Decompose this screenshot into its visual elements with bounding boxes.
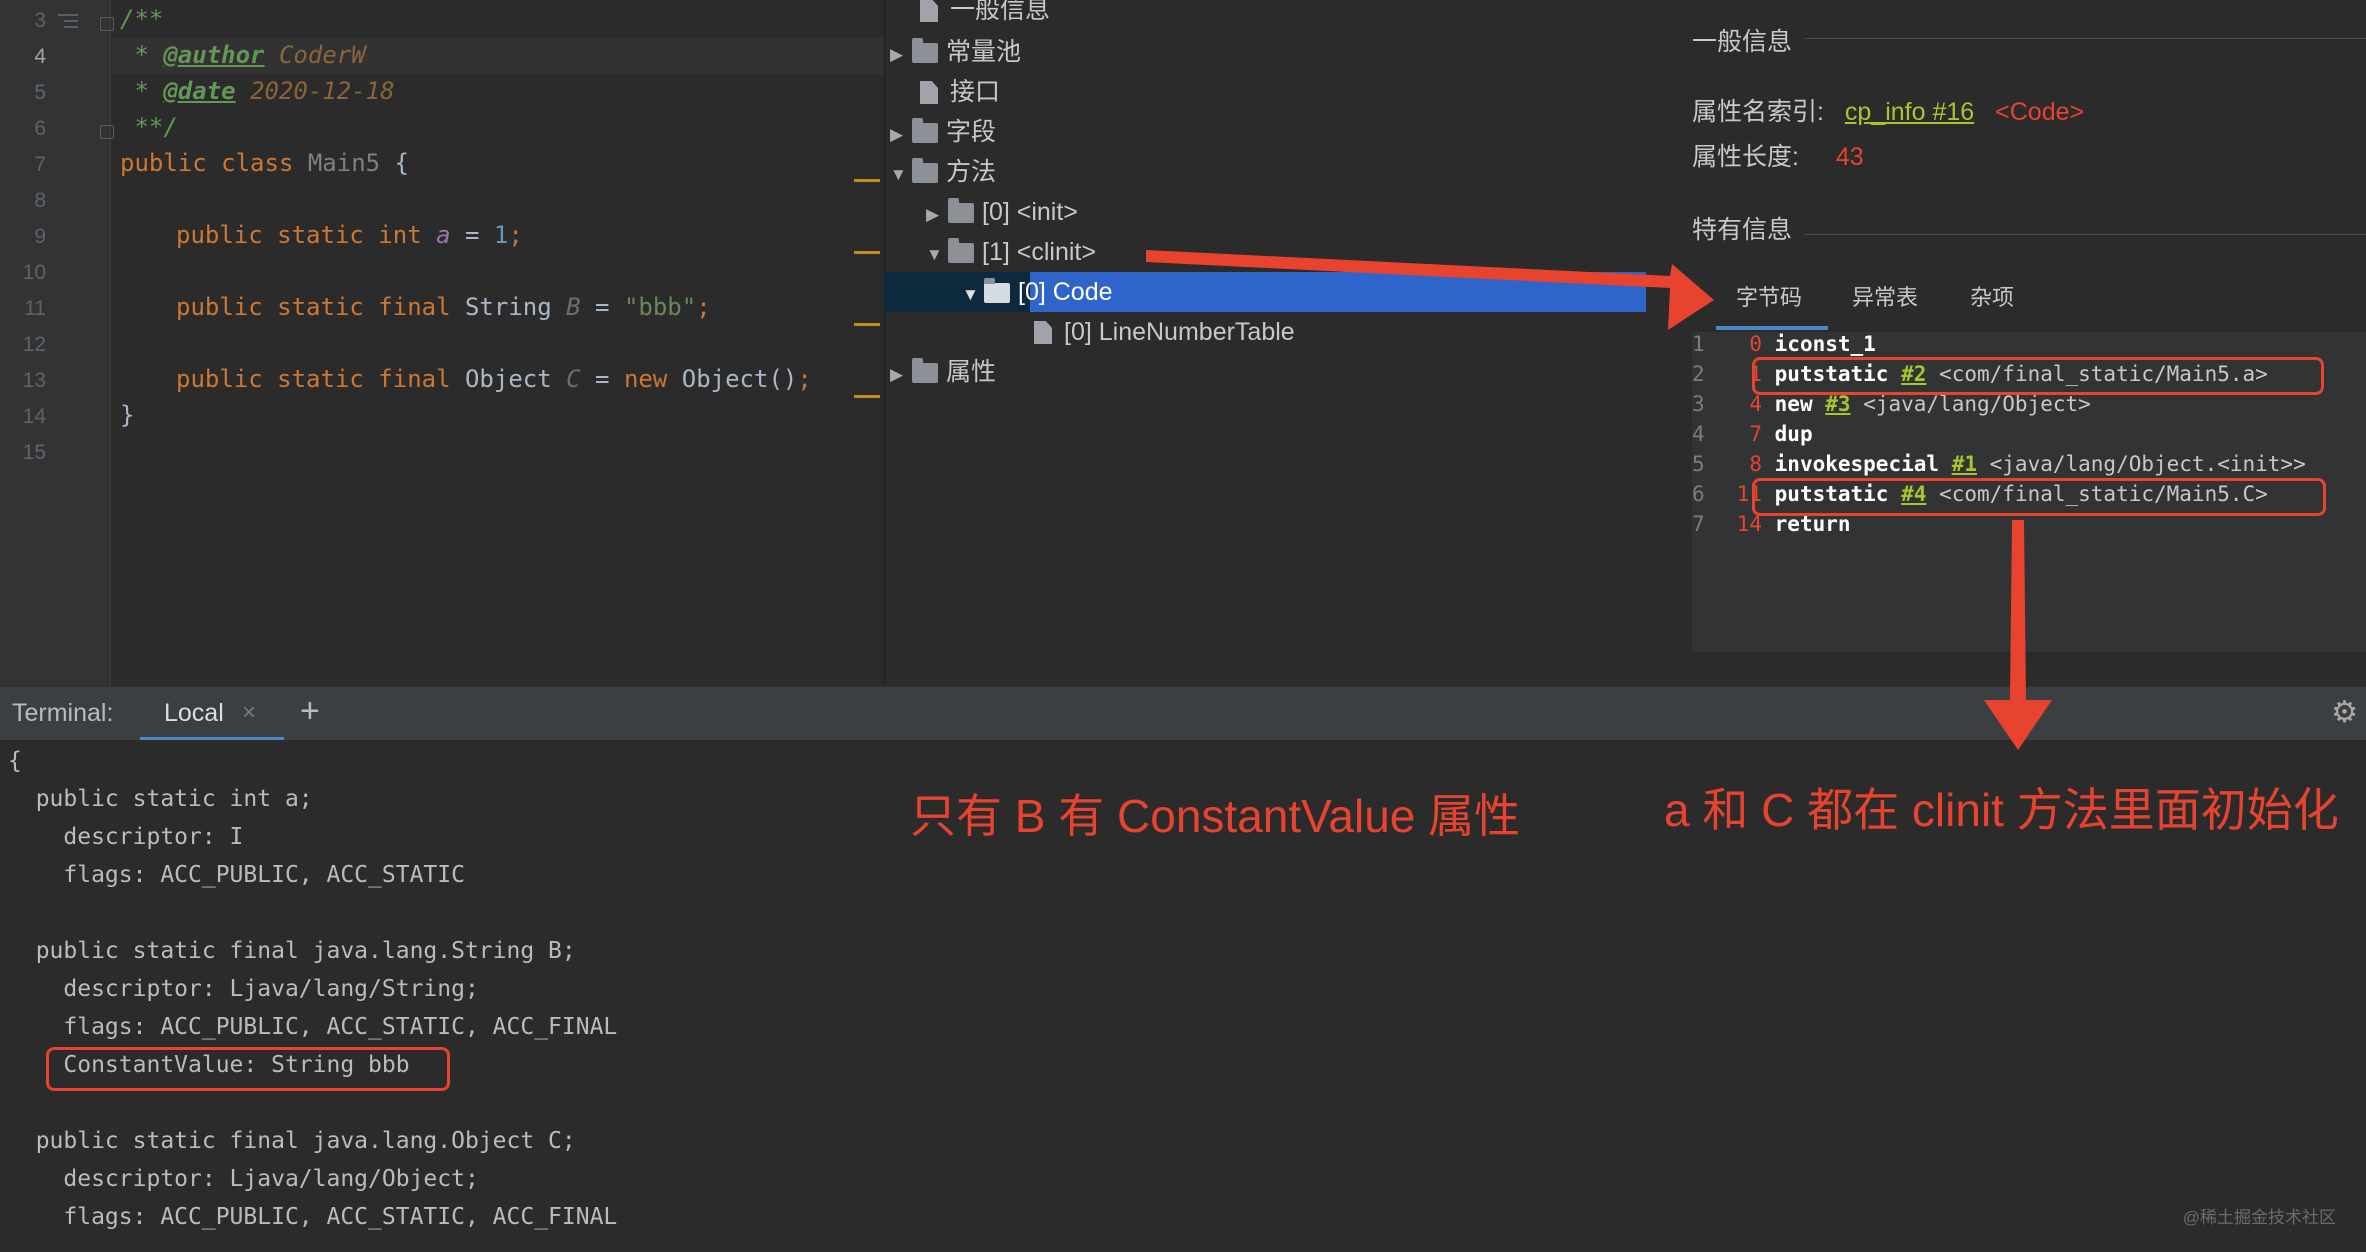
fold-marker-icon[interactable] xyxy=(100,125,114,139)
line-number: 9 xyxy=(34,225,46,248)
code-line: public static final String B = "bbb"; xyxy=(176,293,711,321)
code-line: /** xyxy=(120,5,164,33)
code-line: } xyxy=(120,401,135,429)
line-number: 13 xyxy=(22,369,46,392)
code-line: public static int a = 1; xyxy=(176,221,523,249)
line-number: 5 xyxy=(34,81,46,104)
tree-item-fields[interactable]: ▶ 字段 xyxy=(890,112,996,152)
code-line: **/ xyxy=(120,113,178,141)
tree-item-methods[interactable]: ▼ 方法 xyxy=(890,152,996,192)
terminal-line: flags: ACC_PUBLIC, ACC_STATIC, ACC_FINAL xyxy=(8,1204,618,1230)
bytecode-line: 34 new #3 <java/lang/Object> xyxy=(1692,392,2091,416)
selected-item-highlight xyxy=(1030,272,1646,312)
terminal-line: public static final java.lang.String B; xyxy=(8,938,576,964)
folder-icon xyxy=(948,198,974,223)
folder-icon xyxy=(912,358,938,383)
section-specific-info: 特有信息 xyxy=(1692,216,1793,244)
code-line: * @date 2020-12-18 xyxy=(120,77,395,105)
divider xyxy=(1804,234,2366,235)
collapse-arrow-icon[interactable]: ▼ xyxy=(962,275,984,315)
folder-icon xyxy=(912,118,938,143)
code-line: * @author CoderW xyxy=(120,41,366,69)
line-number: 8 xyxy=(34,189,46,212)
annotation-left: 只有 B 有 ConstantValue 属性 xyxy=(910,790,1521,842)
attr-length-row: 属性长度: 43 xyxy=(1692,143,1864,171)
highlight-box-putstatic-c xyxy=(1752,478,2326,516)
terminal-line: descriptor: Ljava/lang/String; xyxy=(8,976,479,1002)
fold-marker-icon[interactable] xyxy=(100,17,114,31)
add-tab-icon[interactable]: + xyxy=(300,692,320,731)
expand-arrow-icon[interactable]: ▶ xyxy=(890,115,912,155)
tree-item-general-info[interactable]: 一般信息 xyxy=(920,0,1050,30)
attr-name-value: <Code> xyxy=(1995,98,2085,126)
watermark: @稀土掘金技术社区 xyxy=(2182,1208,2336,1227)
terminal-line: flags: ACC_PUBLIC, ACC_STATIC, ACC_FINAL xyxy=(8,1014,618,1040)
terminal-tab-local[interactable]: Local × xyxy=(140,687,284,741)
terminal-label: Terminal: xyxy=(12,699,114,727)
collapse-arrow-icon[interactable]: ▼ xyxy=(926,235,948,275)
tree-item-code[interactable]: ▼ [0] Code xyxy=(962,272,1113,312)
divider xyxy=(1804,38,2366,39)
terminal-line: { xyxy=(8,748,22,774)
expand-arrow-icon[interactable]: ▶ xyxy=(926,195,948,235)
tree-item-attributes[interactable]: ▶ 属性 xyxy=(890,352,996,392)
warning-marker[interactable] xyxy=(854,251,880,254)
attr-length-value: 43 xyxy=(1835,143,1864,171)
terminal-line: descriptor: Ljava/lang/Object; xyxy=(8,1166,479,1192)
code-editor[interactable]: 3 4 5 6 7 8 9 10 11 12 13 14 15 /** * @a… xyxy=(0,0,884,686)
warning-marker[interactable] xyxy=(854,179,880,182)
folder-icon xyxy=(984,278,1010,303)
highlight-box-putstatic-a xyxy=(1752,357,2324,395)
line-number: 12 xyxy=(22,333,46,356)
line-number: 6 xyxy=(34,117,46,140)
line-number: 10 xyxy=(22,261,46,284)
folder-icon xyxy=(912,158,938,183)
collapse-arrow-icon[interactable]: ▼ xyxy=(890,155,912,195)
cp-info-link[interactable]: cp_info #16 xyxy=(1845,98,1974,126)
tab-misc[interactable]: 杂项 xyxy=(1970,280,2014,312)
terminal-line: public static final java.lang.Object C; xyxy=(8,1128,576,1154)
terminal-toolbar: Terminal: Local × + ⚙ xyxy=(0,686,2366,741)
active-tab-indicator xyxy=(1716,326,1828,330)
code-line: public static final Object C = new Objec… xyxy=(176,365,812,393)
warning-marker[interactable] xyxy=(854,323,880,326)
line-number: 15 xyxy=(22,441,46,464)
tree-item-linenumbertable[interactable]: [0] LineNumberTable xyxy=(1034,312,1295,352)
bytecode-line: 10 iconst_1 xyxy=(1692,332,1876,356)
terminal-line: public static int a; xyxy=(8,786,313,812)
line-number: 7 xyxy=(34,153,46,176)
annotation-right: a 和 C 都在 clinit 方法里面初始化 xyxy=(1664,784,2339,836)
section-general-info: 一般信息 xyxy=(1692,28,1793,56)
terminal-line: descriptor: I xyxy=(8,824,244,850)
bytecode-line: 58 invokespecial #1 <java/lang/Object.<i… xyxy=(1692,452,2306,476)
gear-icon[interactable]: ⚙ xyxy=(2331,695,2358,730)
terminal-line: flags: ACC_PUBLIC, ACC_STATIC xyxy=(8,862,465,888)
tab-bytecode[interactable]: 字节码 xyxy=(1736,280,1802,312)
line-number: 14 xyxy=(22,405,46,428)
close-icon[interactable]: × xyxy=(242,699,256,727)
expand-arrow-icon[interactable]: ▶ xyxy=(890,35,912,75)
tree-item-init[interactable]: ▶ [0] <init> xyxy=(926,192,1078,232)
line-number: 11 xyxy=(24,297,46,320)
tree-item-clinit[interactable]: ▼ [1] <clinit> xyxy=(926,232,1096,272)
line-number: 3 xyxy=(34,9,46,32)
expand-arrow-icon[interactable]: ▶ xyxy=(890,355,912,395)
highlight-box-constantvalue xyxy=(46,1047,450,1091)
warning-marker[interactable] xyxy=(854,395,880,398)
tree-item-interfaces[interactable]: 接口 xyxy=(920,72,1000,112)
file-icon xyxy=(1034,321,1052,344)
bytecode-line: 47 dup xyxy=(1692,422,1813,446)
tab-exception-table[interactable]: 异常表 xyxy=(1852,280,1918,312)
folder-icon xyxy=(948,238,974,263)
attr-name-index-row: 属性名索引: cp_info #16 <Code> xyxy=(1692,98,2085,126)
folder-icon xyxy=(912,38,938,63)
code-line: public class Main5 { xyxy=(120,149,409,177)
file-icon xyxy=(920,81,938,104)
collapse-icon[interactable] xyxy=(58,12,78,30)
tree-item-constant-pool[interactable]: ▶ 常量池 xyxy=(890,32,1021,72)
file-icon xyxy=(920,0,938,22)
line-number: 4 xyxy=(34,45,46,68)
